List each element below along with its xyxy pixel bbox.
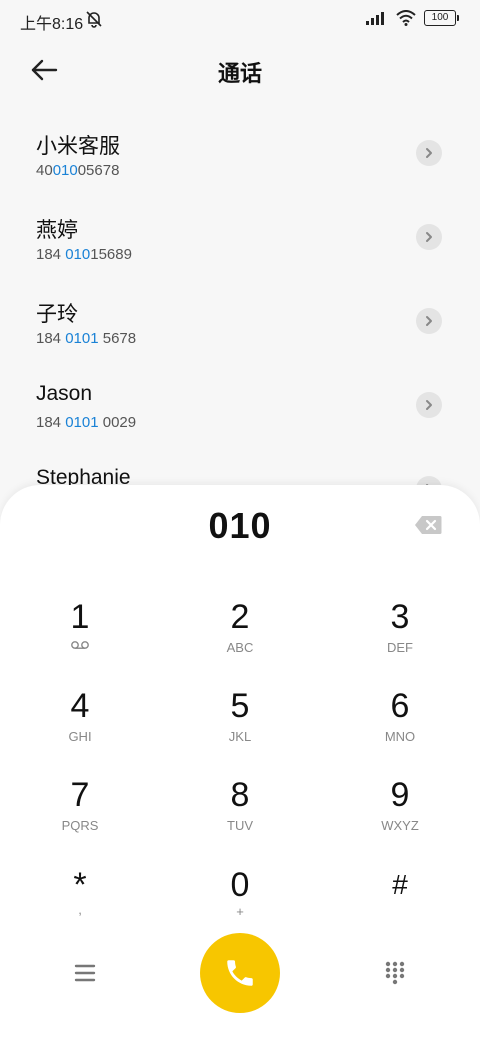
key-7[interactable]: 7 PQRS	[20, 775, 140, 851]
chevron-right-icon[interactable]	[416, 140, 442, 166]
signal-icon	[366, 12, 384, 25]
key-1[interactable]: 1	[20, 597, 140, 673]
dial-pad: 010 1 2 ABC 3 DEF 4 GHI 5 JKL 6 MNO 7 PQ…	[0, 485, 480, 1040]
wifi-icon	[396, 10, 416, 26]
key-2[interactable]: 2 ABC	[180, 597, 300, 673]
contact-number: 4001005678	[36, 162, 120, 179]
voicemail-icon	[71, 641, 89, 649]
key-9[interactable]: 9 WXYZ	[340, 775, 460, 851]
key-6[interactable]: 6 MNO	[340, 686, 460, 762]
key-hash[interactable]: #	[340, 865, 460, 941]
backspace-icon[interactable]	[414, 515, 442, 535]
battery-icon: 100	[424, 10, 459, 26]
contact-name: 子玲	[36, 303, 78, 326]
contact-number: 184 01015689	[36, 246, 132, 263]
dialpad-bottom-bar	[0, 933, 480, 1013]
call-button[interactable]	[200, 933, 280, 1013]
chevron-right-icon[interactable]	[416, 392, 442, 418]
key-star[interactable]: * ,	[20, 865, 140, 941]
contact-number: 184 0101 0029	[36, 414, 137, 431]
contact-name: 燕婷	[36, 219, 78, 242]
list-item[interactable]: 小米客服 4001005678	[0, 112, 480, 196]
contact-name: 小米客服	[36, 135, 120, 158]
dialed-number[interactable]: 010	[0, 505, 480, 547]
key-3[interactable]: 3 DEF	[340, 597, 460, 673]
chevron-right-icon[interactable]	[416, 308, 442, 334]
menu-icon[interactable]	[70, 961, 100, 985]
contact-number: 184 0101 5678	[36, 330, 137, 347]
header: 通话	[0, 48, 480, 92]
key-0[interactable]: 0 +	[180, 865, 300, 941]
key-5[interactable]: 5 JKL	[180, 686, 300, 762]
page-title: 通话	[217, 61, 262, 86]
list-item[interactable]: 子玲 184 0101 5678	[0, 280, 480, 364]
phone-icon	[227, 960, 253, 986]
bell-muted-icon	[86, 11, 102, 28]
status-bar: 上午8:16 100	[0, 0, 480, 40]
dialpad-toggle-icon[interactable]	[382, 959, 408, 985]
key-4[interactable]: 4 GHI	[20, 686, 140, 762]
status-time: 上午8:16	[20, 16, 84, 33]
list-item[interactable]: Jason 184 0101 0029	[0, 364, 480, 448]
list-item[interactable]: 燕婷 184 01015689	[0, 196, 480, 280]
contact-name: Jason	[36, 382, 93, 405]
contact-list: 小米客服 4001005678 燕婷 184 01015689 子玲 184 0…	[0, 112, 480, 532]
key-8[interactable]: 8 TUV	[180, 775, 300, 851]
chevron-right-icon[interactable]	[416, 224, 442, 250]
